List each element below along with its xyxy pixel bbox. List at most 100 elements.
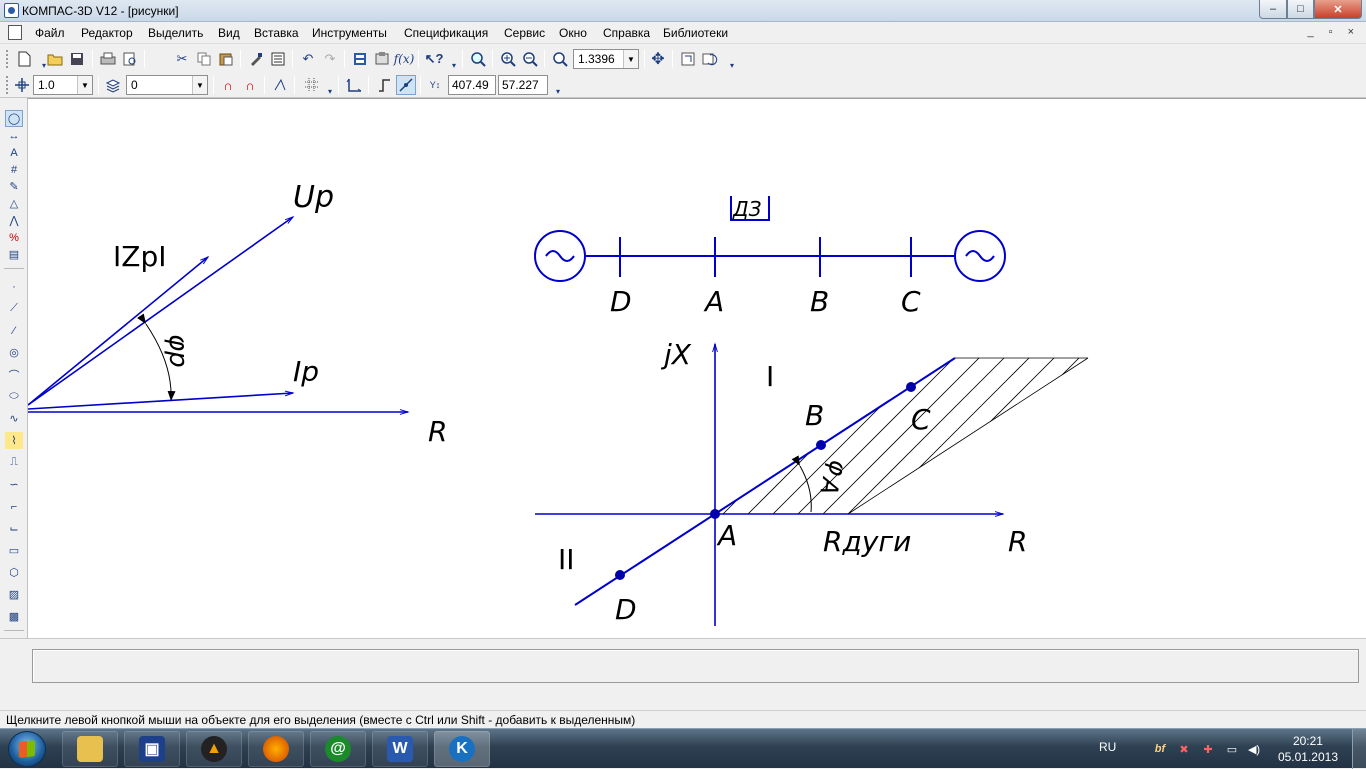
zoom-out-icon[interactable]: [520, 49, 540, 69]
taskbar-explorer[interactable]: [62, 731, 118, 767]
menu-view[interactable]: Вид: [218, 26, 240, 40]
format-painter-icon[interactable]: [246, 49, 266, 69]
polygon-icon[interactable]: ⬡: [5, 564, 23, 581]
close-button[interactable]: ✕: [1314, 0, 1362, 19]
paste-icon[interactable]: [216, 49, 236, 69]
help-pointer-icon[interactable]: ↖?: [424, 49, 444, 69]
geometry-tools-icon[interactable]: ◯: [5, 110, 23, 127]
function-fx-icon[interactable]: f(x): [394, 49, 415, 69]
param-icon[interactable]: ✎: [5, 178, 23, 195]
display-icon[interactable]: ▭: [1224, 741, 1240, 757]
menu-help[interactable]: Справка: [603, 26, 650, 40]
fill-icon[interactable]: ▩: [5, 608, 23, 625]
save-icon[interactable]: [67, 49, 87, 69]
auxiliary-line-icon[interactable]: ⟋: [5, 300, 23, 317]
polyline-icon[interactable]: ⌇: [5, 432, 23, 449]
zoom-window-icon[interactable]: [468, 49, 488, 69]
clock[interactable]: 20:21 05.01.2013: [1278, 733, 1338, 765]
cut-icon[interactable]: ✂: [172, 49, 192, 69]
ortho-icon[interactable]: [374, 75, 394, 95]
zoom-in-icon[interactable]: [498, 49, 518, 69]
taskbar-archiver[interactable]: ▲: [186, 731, 242, 767]
antivirus-icon[interactable]: ✚: [1200, 741, 1216, 757]
network-error-icon[interactable]: ✖: [1176, 741, 1192, 757]
copy-icon[interactable]: [194, 49, 214, 69]
volume-icon[interactable]: ◀): [1246, 741, 1262, 757]
notation-icon[interactable]: A: [5, 144, 23, 161]
menu-specification[interactable]: Спецификация: [404, 26, 488, 40]
bf-tray-icon[interactable]: bf: [1152, 741, 1168, 757]
hatch-icon[interactable]: ▨: [5, 586, 23, 603]
chevron-down-icon[interactable]: ▼: [623, 50, 638, 68]
local-snap-icon[interactable]: ∩: [240, 75, 260, 95]
taskbar-word[interactable]: W: [372, 731, 428, 767]
rectangle-icon[interactable]: ▭: [5, 542, 23, 559]
menu-editor[interactable]: Редактор: [81, 26, 133, 40]
language-indicator[interactable]: RU: [1099, 740, 1116, 754]
redraw-icon[interactable]: [700, 49, 720, 69]
menu-file[interactable]: Файл: [35, 26, 65, 40]
menu-window[interactable]: Окно: [559, 26, 587, 40]
zoom-scale-combo[interactable]: 1.3396 ▼: [573, 49, 639, 69]
snap-magnet-icon[interactable]: ∩: [218, 75, 238, 95]
local-cs-icon[interactable]: [344, 75, 364, 95]
manager-icon[interactable]: [350, 49, 370, 69]
round-icon[interactable]: [270, 75, 290, 95]
select-icon[interactable]: ⋀: [5, 212, 23, 229]
command-box[interactable]: [32, 649, 1359, 683]
layers-icon[interactable]: [103, 75, 123, 95]
refresh-view-icon[interactable]: [678, 49, 698, 69]
toolbar-grip[interactable]: [6, 76, 9, 94]
parametric-mode-icon[interactable]: [396, 75, 416, 95]
start-button[interactable]: [8, 731, 46, 767]
bezier-icon[interactable]: ∽: [5, 476, 23, 493]
show-desktop-button[interactable]: [1352, 729, 1366, 769]
dimensions-icon[interactable]: ↔: [5, 127, 23, 144]
menu-tools[interactable]: Инструменты: [312, 26, 387, 40]
variables-icon[interactable]: [372, 49, 392, 69]
undo-icon[interactable]: ↶: [298, 49, 318, 69]
taskbar-firefox[interactable]: [248, 731, 304, 767]
redo-icon[interactable]: ↷: [320, 49, 340, 69]
contour-icon[interactable]: ⎍: [5, 454, 23, 471]
document-icon[interactable]: [8, 25, 22, 40]
reports-icon[interactable]: ▤: [5, 246, 23, 263]
taskbar-mail-agent[interactable]: @: [310, 731, 366, 767]
document-window-controls[interactable]: _ ▫ ×: [1307, 26, 1360, 38]
menu-insert[interactable]: Вставка: [254, 26, 299, 40]
chevron-down-icon[interactable]: ▼: [192, 76, 207, 94]
cursor-x-field[interactable]: 407.49: [448, 75, 496, 95]
segment-icon[interactable]: ⁄: [5, 322, 23, 339]
ellipse-icon[interactable]: ⬭: [5, 388, 23, 405]
fillet-icon[interactable]: ⌙: [5, 520, 23, 537]
taskbar-save-app[interactable]: ▣: [124, 731, 180, 767]
open-folder-icon[interactable]: [45, 49, 65, 69]
chamfer-icon[interactable]: ⌐: [5, 498, 23, 515]
properties-icon[interactable]: [268, 49, 288, 69]
menu-service[interactable]: Сервис: [504, 26, 545, 40]
new-document-icon[interactable]: [14, 49, 34, 69]
zoom-scale-icon[interactable]: [550, 49, 570, 69]
menu-libraries[interactable]: Библиотеки: [663, 26, 728, 40]
spec-icon[interactable]: %: [5, 229, 23, 246]
circle-icon[interactable]: ◎: [5, 344, 23, 361]
edit-icon[interactable]: #: [5, 161, 23, 178]
menu-select[interactable]: Выделить: [148, 26, 203, 40]
step-combo[interactable]: 1.0 ▼: [33, 75, 93, 95]
point-icon[interactable]: ·: [5, 278, 23, 295]
cursor-step-icon[interactable]: [12, 75, 32, 95]
measure-icon[interactable]: △: [5, 195, 23, 212]
cursor-y-field[interactable]: 57.227: [498, 75, 548, 95]
pan-icon[interactable]: ✥: [648, 49, 668, 69]
chevron-down-icon[interactable]: ▼: [77, 76, 92, 94]
toolbar-grip[interactable]: [6, 50, 9, 68]
preview-icon[interactable]: [120, 49, 140, 69]
grid-icon[interactable]: [302, 75, 322, 95]
drawing-canvas[interactable]: Up IZpI φp Ip R ДЗ D A B C jX I II B C A…: [28, 98, 1366, 638]
maximize-button[interactable]: □: [1287, 0, 1314, 19]
taskbar-kompas[interactable]: K: [434, 731, 490, 767]
print-icon[interactable]: [98, 49, 118, 69]
layer-combo[interactable]: 0 ▼: [126, 75, 208, 95]
spline-icon[interactable]: ∿: [5, 410, 23, 427]
minimize-button[interactable]: –: [1259, 0, 1287, 19]
